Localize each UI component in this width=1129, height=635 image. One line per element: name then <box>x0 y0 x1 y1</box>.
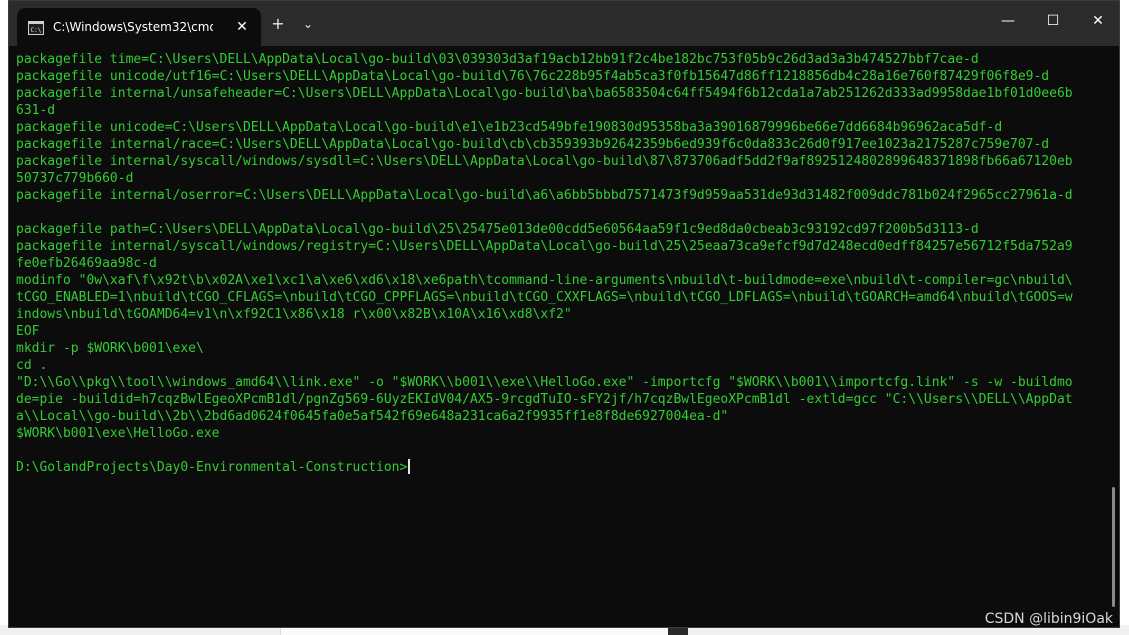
tab-cmd[interactable]: C:\ C:\Windows\System32\cmd.e ✕ <box>17 8 261 46</box>
vertical-scrollbar[interactable] <box>1112 487 1115 607</box>
minimize-button[interactable]: — <box>985 1 1031 41</box>
console-line: de=pie -buildid=h7cqzBwlEgeoXPcmB1dl/pgn… <box>16 392 1073 407</box>
console-line: packagefile internal/race=C:\Users\DELL\… <box>16 137 1050 152</box>
svg-text:C:\: C:\ <box>31 27 42 34</box>
console-line: modinfo "0w\xaf\f\x92t\b\x02A\xe1\xc1\a\… <box>16 273 1073 288</box>
console-line: mkdir -p $WORK\b001\exe\ <box>16 341 204 356</box>
text-cursor <box>408 459 411 474</box>
title-bar[interactable]: C:\ C:\Windows\System32\cmd.e ✕ + ⌄ — ☐ … <box>9 1 1119 46</box>
console-line: packagefile internal/syscall/windows/reg… <box>16 239 1073 254</box>
console-line: "D:\\Go\\pkg\\tool\\windows_amd64\\link.… <box>16 375 1073 390</box>
console-line: 631-d <box>16 103 56 118</box>
tab-title: C:\Windows\System32\cmd.e <box>53 20 213 34</box>
terminal-window: C:\ C:\Windows\System32\cmd.e ✕ + ⌄ — ☐ … <box>8 0 1120 628</box>
console-line: packagefile path=C:\Users\DELL\AppData\L… <box>16 222 979 237</box>
background-app-left <box>0 0 8 635</box>
console-line: EOF <box>16 324 40 339</box>
background-app-right <box>1120 0 1129 635</box>
console-line: $WORK\b001\exe\HelloGo.exe <box>16 426 220 441</box>
cmd-icon: C:\ <box>28 20 44 35</box>
new-tab-button[interactable]: + <box>268 14 288 34</box>
close-window-button[interactable]: ✕ <box>1075 1 1119 41</box>
desktop: C:\ C:\Windows\System32\cmd.e ✕ + ⌄ — ☐ … <box>0 0 1129 635</box>
watermark: CSDN @libin9iOak <box>984 611 1113 627</box>
console-line: fe0efb26469aa98c-d <box>16 256 157 271</box>
console-line: 50737c779b660-d <box>16 171 134 186</box>
console-line: tCGO_ENABLED=1\nbuild\tCGO_CFLAGS=\nbuil… <box>16 290 1073 305</box>
console-line: packagefile internal/syscall/windows/sys… <box>16 154 1073 169</box>
console-line: cd . <box>16 358 48 373</box>
maximize-button[interactable]: ☐ <box>1030 1 1076 41</box>
prompt-line[interactable]: D:\GolandProjects\Day0-Environmental-Con… <box>16 459 1100 476</box>
console-line: packagefile unicode/utf16=C:\Users\DELL\… <box>16 69 1050 84</box>
console-output[interactable]: packagefile time=C:\Users\DELL\AppData\L… <box>16 46 1100 626</box>
chevron-down-icon[interactable]: ⌄ <box>298 14 318 34</box>
console-line: packagefile internal/oserror=C:\Users\DE… <box>16 188 1073 203</box>
console-line: indows\nbuild\tGOAMD64=v1\n\xf92C1\x86\x… <box>16 307 572 322</box>
console-line: a\\Local\\go-build\\2b\\2bd6ad0624f0645f… <box>16 409 729 424</box>
command-prompt: D:\GolandProjects\Day0-Environmental-Con… <box>16 460 408 475</box>
console-line: packagefile time=C:\Users\DELL\AppData\L… <box>16 52 979 67</box>
close-tab-button[interactable]: ✕ <box>233 18 251 36</box>
console-line: packagefile unicode=C:\Users\DELL\AppDat… <box>16 120 1003 135</box>
console-line: packagefile internal/unsafeheader=C:\Use… <box>16 86 1073 101</box>
